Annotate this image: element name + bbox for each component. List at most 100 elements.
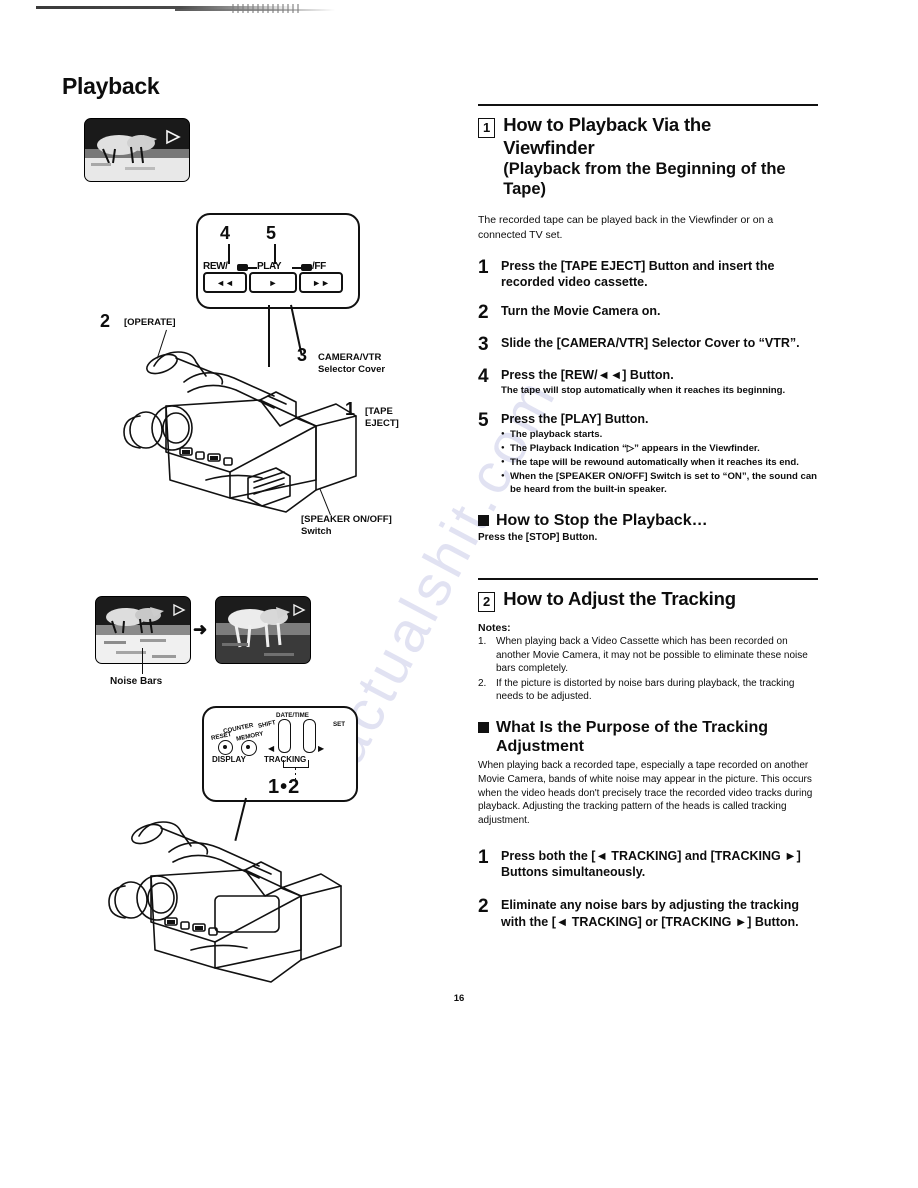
section-1-heading: 1 How to Playback Via the Viewfinder (Pl… [478,114,818,199]
ff-button[interactable]: ►► [299,272,343,293]
scan-artifact-speckle [232,4,300,13]
tracking-step-2-number: 2 [478,896,489,918]
step-5: 5 Press the [PLAY] Button. The playback … [478,411,818,496]
step-4-number: 4 [478,366,489,388]
speaker-switch-label: [SPEAKER ON/OFF] Switch [301,514,392,537]
step-5-number: 5 [478,410,489,432]
callout-number-4: 4 [220,223,231,243]
purpose-heading: What Is the Purpose of the Tracking Adju… [478,718,818,756]
square-bullet-icon-2 [478,721,489,733]
step-5-bullets: The playback starts. The Playback Indica… [501,429,818,496]
step-1-number: 1 [478,256,489,278]
tracking-left-button[interactable] [278,719,291,753]
stop-playback-heading: How to Stop the Playback… [478,511,818,530]
step-5-bullet-2-text: The Playback Indication “▷” appears in t… [510,443,760,455]
operate-label: [OPERATE] [124,317,176,328]
step-4: 4 Press the [REW/◄◄] Button. The tape wi… [478,367,818,398]
tracking-step-1: 1 Press both the [◄ TRACKING] and [TRACK… [478,848,818,881]
callout-number-5: 5 [266,223,277,243]
callout-number-1-2: 1•2 [268,776,301,798]
note-2: 2. If the picture is distorted by noise … [478,677,818,704]
play-button-glyph: ► [268,277,278,288]
rew-to-play-connector [248,267,257,269]
datetime-label: DATE/TIME [276,712,309,719]
noise-bars-label: Noise Bars [110,676,163,687]
stop-playback-text: Press the [STOP] Button. [478,531,598,543]
section-1-intro-line2: connected TV set. [478,228,563,241]
transition-arrow-glyph: ➜ [193,620,208,639]
section-2: 2 How to Adjust the Tracking Notes: 1. W… [478,578,818,930]
step-1-text: Press the [TAPE EJECT] Button and insert… [501,258,775,289]
tracking-right-arrow-icon: ▶ [318,744,325,753]
memory-dial-center [246,745,250,749]
section-2-divider [478,578,818,580]
section-2-heading: 2 How to Adjust the Tracking [478,588,818,612]
purpose-text: When playing back a recorded tape, espec… [478,760,813,827]
play-button[interactable]: ► [249,272,297,293]
section-1-intro-line1: The recorded tape can be played back in … [478,214,774,227]
step-5-text: Press the [PLAY] Button. [501,412,649,427]
ff-label: /FF [312,261,326,272]
section-1-number: 1 [478,118,496,138]
step-3-number: 3 [478,334,489,356]
section-1-title-line2: Viewfinder [503,136,595,158]
section-2-number: 2 [478,592,496,612]
viewfinder-image-top [84,118,190,182]
clean-scene-svg [216,597,310,663]
tracking-step-1-text: Press both the [◄ TRACKING] and [TRACKIN… [501,848,801,880]
section-1-divider [478,104,818,106]
section-1: 1 How to Playback Via the Viewfinder (Pl… [478,104,818,543]
rew-button-glyph: ◄◄ [216,277,234,288]
camera-callout-number-2: 2 [100,311,111,331]
section-1-subtitle-line2: Tape) [503,180,547,199]
leader-line-4 [228,244,230,264]
section-1-title-line1: How to Playback Via the [503,114,712,135]
step-3: 3 Slide the [CAMERA/VTR] Selector Cover … [478,335,818,354]
stop-playback-title: How to Stop the Playback… [496,511,708,529]
step-4-subtext: The tape will stop automatically when it… [501,385,786,397]
note-2-number: 2. [478,677,487,689]
step-5-bullet-2: The Playback Indication “▷” appears in t… [501,443,818,456]
rew-label-underline-box [237,264,248,271]
step-4-text: Press the [REW/◄◄] Button. [501,368,674,383]
rew-label: REW/ [203,261,228,272]
step-5-bullet-3: The tape will be rewound automatically w… [501,457,818,470]
transition-arrow: ➜ [193,620,207,640]
square-bullet-icon [478,514,489,526]
set-label: SET [333,721,346,728]
play-label: PLAY [257,261,282,272]
tracking-right-button[interactable] [303,719,316,753]
tracking-step-2: 2 Eliminate any noise bars by adjusting … [478,897,818,930]
tracking-step-1-number: 1 [478,846,489,868]
note-2-text: If the picture is distorted by noise bar… [496,677,795,703]
page-title: Playback [62,73,160,99]
note-1: 1. When playing back a Video Cassette wh… [478,635,818,676]
section-1-subtitle-line1: (Playback from the Beginning of the [503,160,786,179]
noise-bars-leader [142,648,144,674]
step-3-text: Slide the [CAMERA/VTR] Selector Cover to… [501,336,800,351]
step-5-bullet-1: The playback starts. [501,429,818,442]
step-2-text: Turn the Movie Camera on. [501,304,661,319]
tracking-step-2-text: Eliminate any noise bars by adjusting th… [501,898,799,929]
step-2-number: 2 [478,302,489,324]
ff-label-box [301,264,312,271]
section-2-title: How to Adjust the Tracking [503,588,736,609]
notes-label: Notes: [478,622,511,634]
ff-button-glyph: ►► [312,277,330,288]
tape-eject-label: [TAPE EJECT] [365,406,399,429]
rew-label-text: REW/ [203,261,228,272]
tracking-left-arrow-icon: ◀ [268,744,275,753]
viewfinder-scene-svg [85,119,189,181]
rew-button[interactable]: ◄◄ [203,272,247,293]
note-1-text: When playing back a Video Cassette which… [496,636,808,675]
tv-image-clean [215,596,311,664]
note-1-number: 1. [478,636,487,647]
camcorder-illustration-bottom [108,821,342,983]
page-number: 16 [453,993,465,1004]
step-5-bullet-4: When the [SPEAKER ON/OFF] Switch is set … [501,471,818,497]
section-1-intro: The recorded tape can be played back in … [478,213,818,241]
display-label: DISPLAY [212,755,246,764]
step-2: 2 Turn the Movie Camera on. [478,303,818,322]
tracking-label: TRACKING [264,755,307,764]
camcorder-illustration-top [123,351,357,513]
